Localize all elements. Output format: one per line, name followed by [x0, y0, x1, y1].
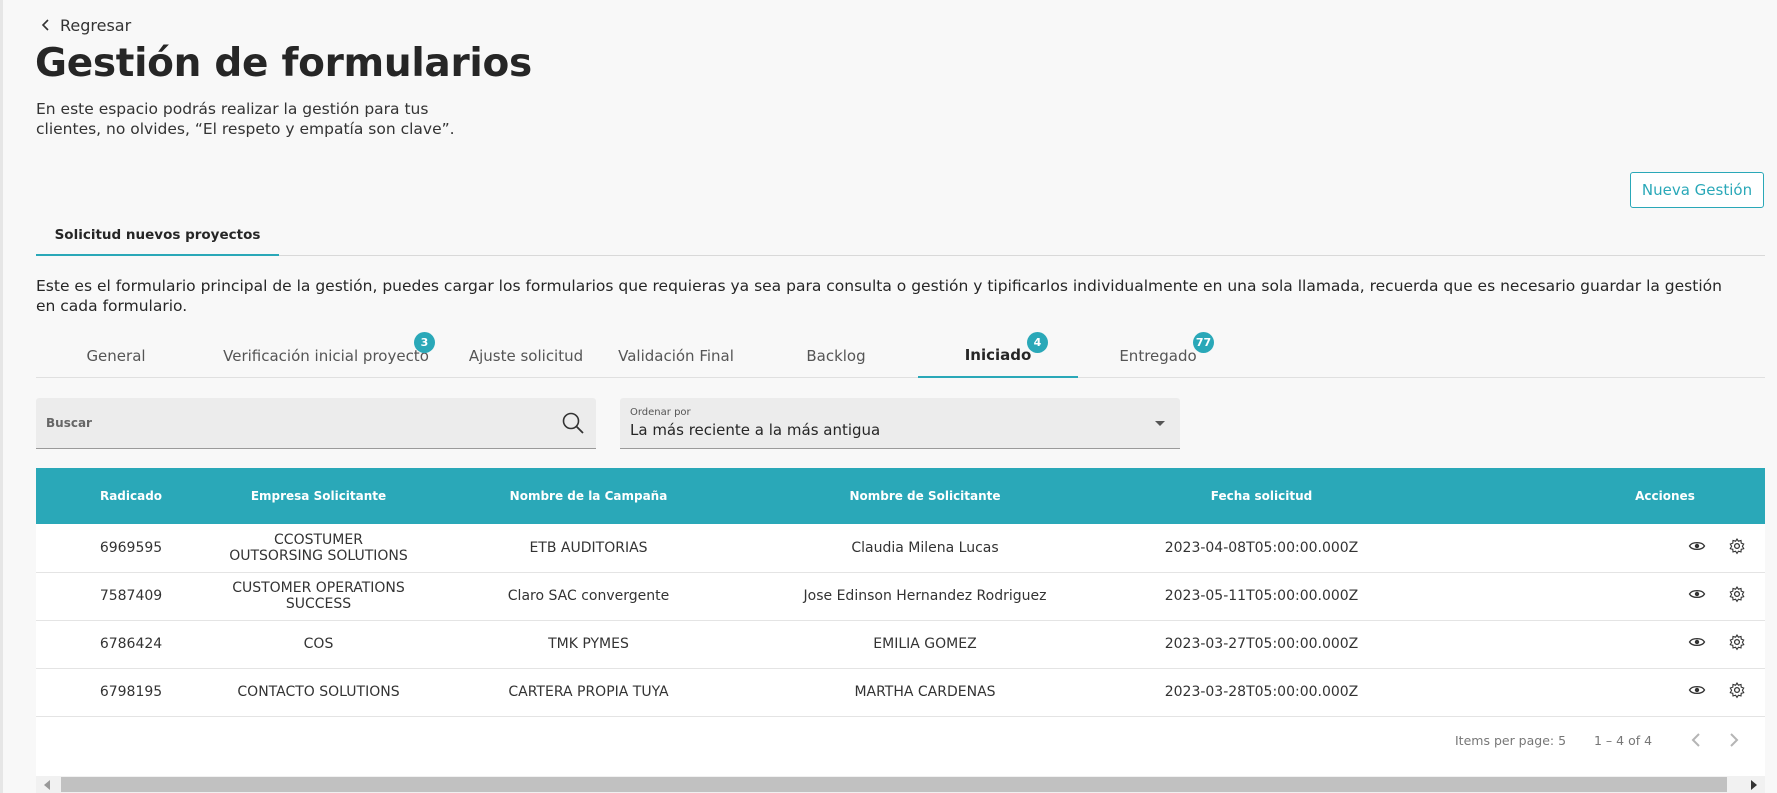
cell-fecha: 2023-04-08T05:00:00.000Z: [1164, 539, 1359, 556]
search-input[interactable]: [36, 398, 536, 448]
header-radicado[interactable]: Radicado: [36, 468, 226, 524]
page-description: En este espacio podrás realizar la gesti…: [36, 100, 455, 138]
cell-actions: [1439, 572, 1765, 620]
header-fecha[interactable]: Fecha solicitud: [1084, 468, 1439, 524]
back-link[interactable]: Regresar: [40, 14, 131, 36]
header-empresa[interactable]: Empresa Solicitante: [226, 468, 411, 524]
cell-radicado: 6798195: [99, 684, 163, 700]
tab-general[interactable]: General: [36, 334, 196, 378]
tab-iniciado[interactable]: Iniciado: [918, 334, 1078, 378]
eye-icon[interactable]: [1688, 585, 1706, 603]
cell-actions: [1439, 668, 1765, 716]
tab-label: Ajuste solicitud: [468, 347, 584, 365]
table-row: 6969595 CCOSTUMER OUTSORSING SOLUTIONS E…: [36, 524, 1765, 572]
cell-solicitante: Jose Edinson Hernandez Rodriguez: [803, 588, 1047, 604]
horizontal-scrollbar[interactable]: [36, 776, 1765, 793]
previous-page-icon[interactable]: [1684, 728, 1708, 752]
sort-label: Ordenar por: [630, 407, 691, 418]
header-solicitante[interactable]: Nombre de Solicitante: [766, 468, 1084, 524]
dropdown-caret-icon: [1155, 421, 1165, 426]
eye-icon[interactable]: [1688, 681, 1706, 699]
cell-radicado: 7587409: [99, 588, 163, 604]
tab-label: Backlog: [806, 347, 866, 365]
table-row: 6798195 CONTACTO SOLUTIONS CARTERA PROPI…: [36, 668, 1765, 716]
tab-backlog[interactable]: Backlog: [756, 334, 916, 378]
tab-label: Iniciado: [964, 346, 1032, 364]
table-header-row: Radicado Empresa Solicitante Nombre de l…: [36, 468, 1765, 524]
cell-actions: [1439, 620, 1765, 668]
cell-solicitante: MARTHA CARDENAS: [854, 684, 996, 700]
cell-actions: [1439, 524, 1765, 572]
count-badge: 77: [1193, 332, 1214, 353]
tab-solicitud-nuevos-proyectos[interactable]: Solicitud nuevos proyectos: [36, 216, 279, 256]
settings-icon[interactable]: [1728, 681, 1746, 699]
tab-entregado[interactable]: Entregado: [1078, 334, 1238, 378]
cell-solicitante: Claudia Milena Lucas: [851, 539, 999, 556]
sort-select[interactable]: Ordenar por La más reciente a la más ant…: [620, 398, 1180, 449]
eye-icon[interactable]: [1688, 633, 1706, 651]
paginator: Items per page: 5 1 – 4 of 4: [36, 722, 1765, 760]
cell-campana: Claro SAC convergente: [507, 588, 670, 604]
cell-empresa: CCOSTUMER OUTSORSING SOLUTIONS: [229, 531, 408, 564]
search-icon[interactable]: [561, 411, 585, 435]
search-field: [36, 398, 596, 449]
cell-solicitante: EMILIA GOMEZ: [873, 636, 977, 652]
cell-fecha: 2023-05-11T05:00:00.000Z: [1164, 588, 1359, 604]
header-acciones: Acciones: [1439, 468, 1765, 524]
eye-icon[interactable]: [1688, 537, 1706, 555]
new-management-button[interactable]: Nueva Gestión: [1630, 172, 1764, 208]
settings-icon[interactable]: [1728, 585, 1746, 603]
cell-empresa: CUSTOMER OPERATIONS SUCCESS: [232, 580, 405, 612]
tab-label: Entregado: [1119, 347, 1197, 365]
window-left-edge: [0, 0, 3, 793]
items-per-page[interactable]: Items per page: 5: [1455, 733, 1566, 748]
cell-empresa: CONTACTO SOLUTIONS: [237, 684, 400, 700]
tab-ajuste-solicitud[interactable]: Ajuste solicitud: [456, 334, 596, 378]
header-acciones-label: Acciones: [1635, 489, 1695, 503]
requests-table: Radicado Empresa Solicitante Nombre de l…: [36, 468, 1765, 717]
cell-fecha: 2023-03-28T05:00:00.000Z: [1164, 684, 1359, 700]
tab-label: General: [86, 347, 146, 365]
cell-campana: TMK PYMES: [548, 636, 629, 652]
scrollbar-thumb[interactable]: [61, 777, 1727, 792]
tab-label: Verificación inicial proyecto: [223, 347, 429, 365]
status-tab-bar: General Verificación inicial proyecto 3 …: [36, 332, 1765, 378]
header-campana[interactable]: Nombre de la Campaña: [411, 468, 766, 524]
main-tab-bar: Solicitud nuevos proyectos: [36, 216, 1765, 256]
back-link-label: Regresar: [60, 15, 132, 35]
count-badge: 3: [414, 332, 435, 353]
cell-campana: CARTERA PROPIA TUYA: [508, 684, 669, 700]
next-page-icon[interactable]: [1722, 728, 1746, 752]
cell-radicado: 6969595: [99, 539, 163, 556]
requests-table-container: Radicado Empresa Solicitante Nombre de l…: [36, 468, 1765, 793]
page-range: 1 – 4 of 4: [1594, 733, 1653, 748]
settings-icon[interactable]: [1728, 633, 1746, 651]
cell-campana: ETB AUDITORIAS: [529, 539, 648, 556]
scroll-right-arrow-icon[interactable]: [1751, 780, 1757, 790]
cell-empresa: COS: [303, 636, 334, 652]
table-row: 7587409 CUSTOMER OPERATIONS SUCCESS Clar…: [36, 572, 1765, 620]
page-title: Gestión de formularios: [35, 41, 532, 86]
sort-value: La más reciente a la más antigua: [630, 421, 881, 439]
tab-validacion-final[interactable]: Validación Final: [596, 334, 756, 378]
tab-label: Validación Final: [618, 347, 734, 365]
scroll-left-arrow-icon[interactable]: [44, 780, 50, 790]
cell-fecha: 2023-03-27T05:00:00.000Z: [1164, 636, 1359, 652]
chevron-left-icon: [41, 19, 49, 31]
cell-radicado: 6786424: [99, 636, 163, 652]
table-row: 6786424 COS TMK PYMES EMILIA GOMEZ 2023-…: [36, 620, 1765, 668]
form-description: Este es el formulario principal de la ge…: [36, 277, 1722, 315]
count-badge: 4: [1027, 332, 1048, 353]
settings-icon[interactable]: [1728, 537, 1746, 555]
